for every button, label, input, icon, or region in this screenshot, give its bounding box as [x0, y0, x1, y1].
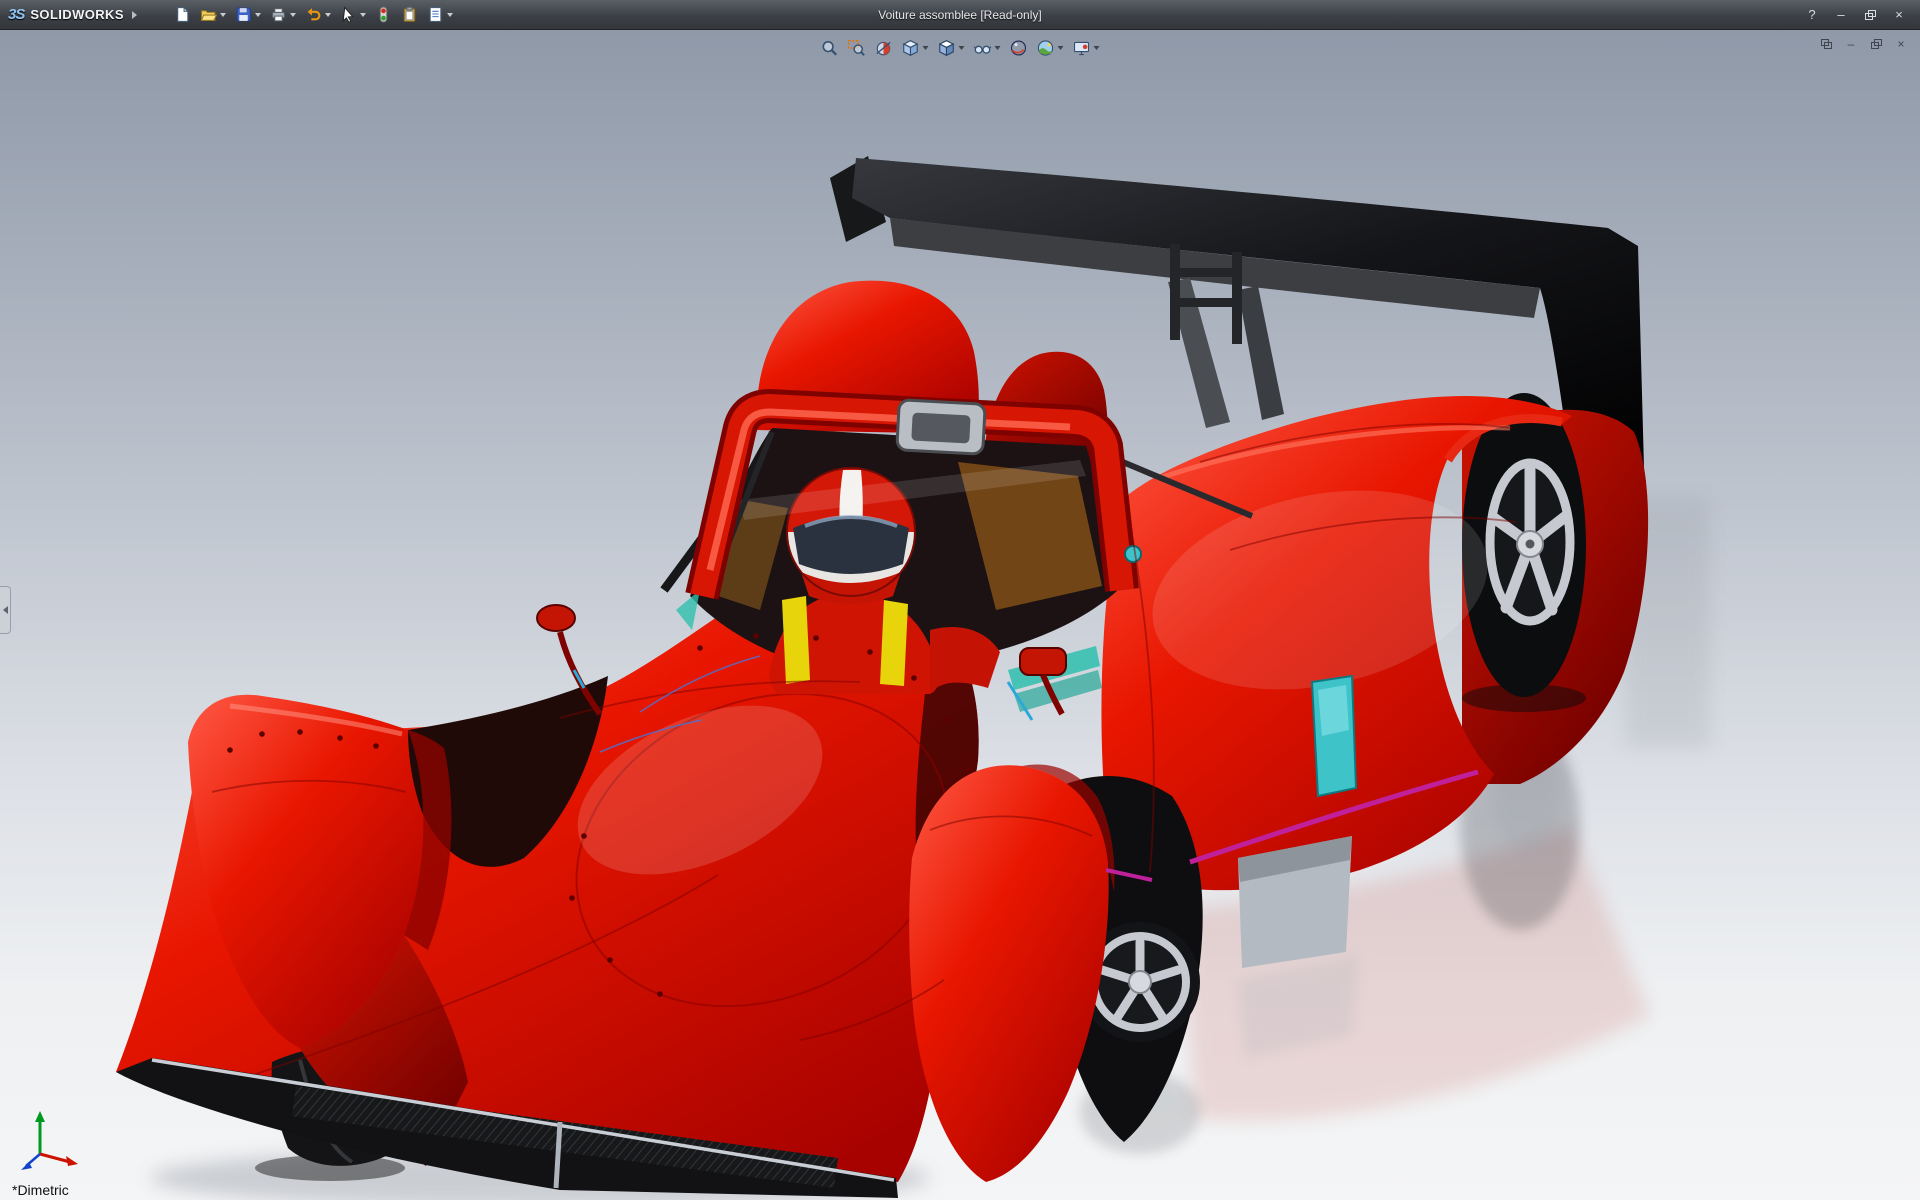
- restore-icon: [1864, 9, 1876, 20]
- view-orientation-label: *Dimetric: [12, 1182, 69, 1198]
- dropdown-caret[interactable]: [922, 46, 929, 50]
- dassault-3ds-logo: 3S: [8, 6, 25, 23]
- side-marker-cyan: [1124, 545, 1142, 563]
- sheet-icon: [427, 6, 444, 23]
- dropdown-caret[interactable]: [1057, 46, 1064, 50]
- new-icon: [174, 6, 191, 23]
- hide-show-items-button[interactable]: [971, 37, 1004, 59]
- view-settings-icon: [1073, 39, 1091, 57]
- minimize-button[interactable]: –: [1828, 5, 1854, 25]
- chevron-left-icon: [2, 606, 8, 614]
- front-right-fender: [909, 765, 1109, 1182]
- close-button[interactable]: ×: [1886, 5, 1912, 25]
- select-button[interactable]: [337, 4, 369, 25]
- hoop-intake: [895, 398, 987, 456]
- dropdown-caret[interactable]: [446, 12, 453, 17]
- car-model-render: [116, 156, 1710, 1200]
- solidworks-window: { "app": { "logo_mark": "3S", "brand": "…: [0, 0, 1920, 1200]
- doc-minimize-button[interactable]: –: [1842, 36, 1860, 51]
- hide-show-icon: [974, 39, 992, 57]
- main-toolbar: [171, 4, 456, 25]
- view-orientation-button[interactable]: [899, 37, 932, 59]
- print-icon: [270, 6, 287, 23]
- doc-close-button[interactable]: ×: [1892, 36, 1910, 51]
- featuremanager-flyout-handle[interactable]: [0, 586, 11, 634]
- dropdown-caret[interactable]: [958, 46, 965, 50]
- rebuild-icon: [375, 6, 392, 23]
- window-controls: ? – ×: [1799, 5, 1912, 25]
- doc-restore-button[interactable]: [1867, 36, 1885, 51]
- clipboard-button[interactable]: [398, 4, 421, 25]
- select-icon: [340, 6, 357, 23]
- save-icon: [235, 6, 252, 23]
- graphics-area[interactable]: – × *Dimetric: [0, 30, 1920, 1200]
- file-properties-button[interactable]: [424, 4, 456, 25]
- apply-scene-button[interactable]: [1034, 37, 1067, 59]
- new-document-button[interactable]: [171, 4, 194, 25]
- zoom-to-fit-button[interactable]: [818, 37, 842, 59]
- solidworks-wordmark: SOLIDWORKS: [30, 7, 124, 22]
- dropdown-caret[interactable]: [254, 12, 261, 17]
- help-button[interactable]: ?: [1799, 5, 1825, 25]
- display-style-button[interactable]: [935, 37, 968, 59]
- scene-icon: [1037, 39, 1055, 57]
- document-window-controls: – ×: [1817, 36, 1910, 51]
- restore-button[interactable]: [1857, 5, 1883, 25]
- doc-cascade-button[interactable]: [1817, 36, 1835, 51]
- harness-strap: [782, 596, 810, 684]
- view-settings-button[interactable]: [1070, 37, 1103, 59]
- orientation-icon: [902, 39, 920, 57]
- harness-strap: [880, 600, 908, 686]
- dropdown-caret[interactable]: [994, 46, 1001, 50]
- orientation-triad: [21, 1111, 78, 1170]
- undo-button[interactable]: [302, 4, 334, 25]
- dropdown-caret[interactable]: [324, 12, 331, 17]
- zoom-fit-icon: [821, 39, 839, 57]
- dropdown-caret[interactable]: [1093, 46, 1100, 50]
- save-button[interactable]: [232, 4, 264, 25]
- zoom-to-area-button[interactable]: [845, 37, 869, 59]
- edit-appearance-button[interactable]: [1007, 37, 1031, 59]
- print-button[interactable]: [267, 4, 299, 25]
- section-view-button[interactable]: [872, 37, 896, 59]
- open-button[interactable]: [197, 4, 229, 25]
- app-logo: 3S SOLIDWORKS: [8, 6, 137, 23]
- open-icon: [200, 6, 217, 23]
- display-style-icon: [938, 39, 956, 57]
- clipboard-icon: [401, 6, 418, 23]
- restore-icon: [1870, 38, 1882, 49]
- titlebar: 3S SOLIDWORKS Voiture assomblee [Read-on…: [0, 0, 1920, 30]
- rebuild-button[interactable]: [372, 4, 395, 25]
- menu-expand-arrow[interactable]: [131, 10, 137, 19]
- zoom-area-icon: [848, 39, 866, 57]
- undo-icon: [305, 6, 322, 23]
- section-icon: [875, 39, 893, 57]
- appearance-icon: [1010, 39, 1028, 57]
- dropdown-caret[interactable]: [359, 12, 366, 17]
- dropdown-caret[interactable]: [219, 12, 226, 17]
- heads-up-toolbar: [812, 35, 1109, 61]
- dropdown-caret[interactable]: [289, 12, 296, 17]
- cascade-icon: [1820, 38, 1832, 49]
